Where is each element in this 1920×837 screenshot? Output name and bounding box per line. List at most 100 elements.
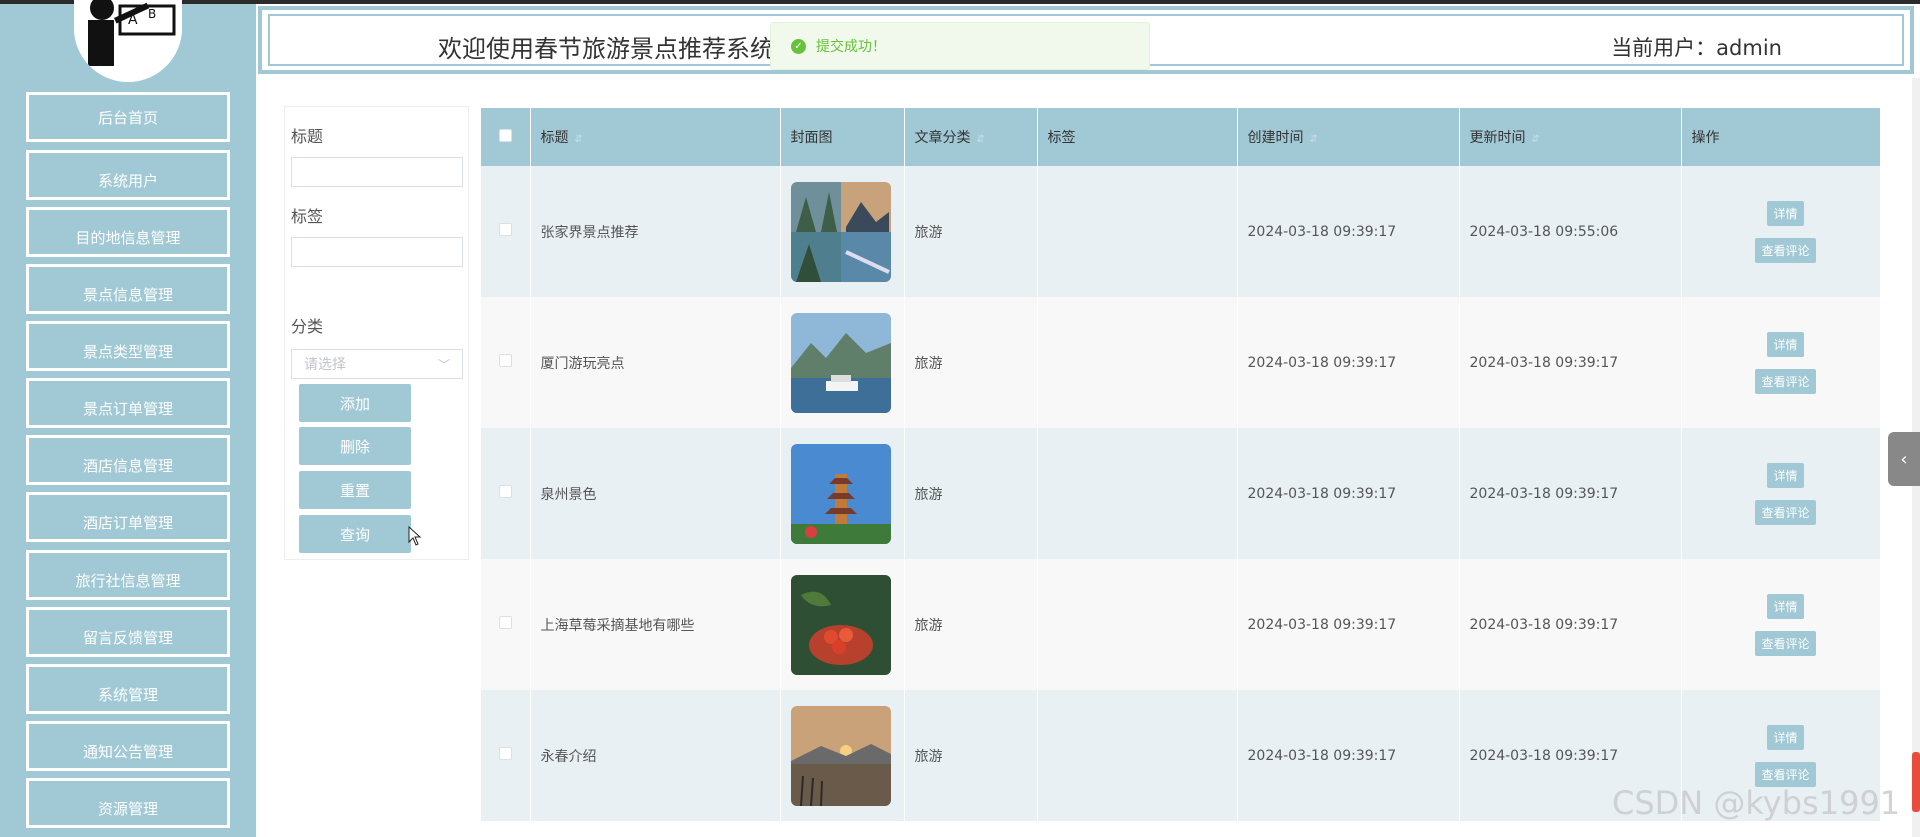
row-checkbox[interactable] (498, 747, 512, 760)
row-created: 2024-03-18 09:39:17 (1237, 297, 1460, 428)
sidebar-item-hotels[interactable]: 酒店信息管理 (26, 435, 230, 485)
view-comments-button[interactable]: 查看评论 (1755, 630, 1816, 656)
row-category: 旅游 (904, 690, 1038, 821)
svg-text:A: A (128, 12, 138, 28)
avatar: A B (74, 0, 182, 82)
chevron-down-icon: ﹀ (437, 358, 450, 372)
table-row: 上海草莓采摘基地有哪些 旅游 2024-03-18 09:39:17 2024-… (481, 559, 1880, 690)
table-row: 泉州景色 旅游 2024-03-18 09:39:17 2024-03-18 0… (481, 428, 1880, 559)
sidebar-item-home[interactable]: 后台首页 (26, 92, 230, 142)
row-checkbox[interactable] (498, 223, 512, 236)
sort-icon: ⇵ (1531, 134, 1540, 145)
scrollbar-thumb[interactable] (1912, 752, 1920, 812)
svg-text:B: B (148, 7, 156, 21)
sidebar-item-spot-types[interactable]: 景点类型管理 (26, 321, 230, 371)
watermark: CSDN @kybs1991 (1612, 784, 1901, 822)
select-all-checkbox[interactable] (498, 128, 512, 142)
row-cover (780, 690, 905, 821)
row-actions: 详情 查看评论 (1681, 428, 1880, 559)
detail-button[interactable]: 详情 (1767, 200, 1804, 226)
row-category: 旅游 (904, 297, 1038, 428)
detail-button[interactable]: 详情 (1767, 462, 1804, 488)
row-select-cell (481, 166, 531, 297)
sidebar-item-scenic-spots[interactable]: 景点信息管理 (26, 264, 230, 314)
sidebar-item-hotel-orders[interactable]: 酒店订单管理 (26, 492, 230, 542)
reset-button[interactable]: 重置 (299, 471, 411, 509)
category-filter-label: 分类 (291, 317, 324, 336)
row-tags (1037, 428, 1238, 559)
col-actions: 操作 (1681, 108, 1880, 166)
row-actions: 详情 查看评论 (1681, 297, 1880, 428)
row-select-cell (481, 690, 531, 821)
cover-image[interactable] (790, 443, 891, 544)
chevron-left-icon: ‹ (1900, 448, 1908, 470)
view-comments-button[interactable]: 查看评论 (1755, 761, 1816, 787)
view-comments-button[interactable]: 查看评论 (1755, 368, 1816, 394)
col-category[interactable]: 文章分类 ⇵ (904, 108, 1038, 166)
row-cover (780, 428, 905, 559)
row-category: 旅游 (904, 559, 1038, 690)
sidebar-item-system-users[interactable]: 系统用户 (26, 150, 230, 200)
row-actions: 详情 查看评论 (1681, 559, 1880, 690)
view-comments-button[interactable]: 查看评论 (1755, 237, 1816, 263)
row-checkbox[interactable] (498, 616, 512, 629)
row-tags (1037, 690, 1238, 821)
row-updated: 2024-03-18 09:39:17 (1459, 559, 1682, 690)
view-comments-button[interactable]: 查看评论 (1755, 499, 1816, 525)
filter-panel: 标题 标签 分类 请选择 ﹀ 添加 删除 重置 查询 (284, 106, 469, 560)
row-updated: 2024-03-18 09:55:06 (1459, 166, 1682, 297)
cover-image[interactable] (790, 312, 891, 413)
sort-icon: ⇵ (976, 134, 985, 145)
query-button[interactable]: 查询 (299, 515, 411, 553)
table-row: 张家界景点推荐 旅游 2024-03-18 09:39:17 2024-03-1… (481, 166, 1880, 297)
add-button[interactable]: 添加 (299, 384, 411, 422)
delete-button[interactable]: 删除 (299, 427, 411, 465)
row-tags (1037, 297, 1238, 428)
row-updated: 2024-03-18 09:39:17 (1459, 428, 1682, 559)
row-category: 旅游 (904, 166, 1038, 297)
row-created: 2024-03-18 09:39:17 (1237, 559, 1460, 690)
row-category: 旅游 (904, 428, 1038, 559)
row-checkbox[interactable] (498, 354, 512, 367)
sidebar: A B 后台首页 系统用户 目的地信息管理 景点信息管理 景点类型管理 景点订单… (0, 0, 256, 837)
sort-icon: ⇵ (574, 134, 583, 145)
detail-button[interactable]: 详情 (1767, 724, 1804, 750)
row-tags (1037, 559, 1238, 690)
sidebar-item-notices[interactable]: 通知公告管理 (26, 721, 230, 771)
row-checkbox[interactable] (498, 485, 512, 498)
row-title: 泉州景色 (530, 428, 781, 559)
row-actions: 详情 查看评论 (1681, 166, 1880, 297)
mouse-cursor-icon (408, 526, 422, 546)
detail-button[interactable]: 详情 (1767, 331, 1804, 357)
current-user: 当前用户：admin (1611, 36, 1782, 60)
sidebar-item-agencies[interactable]: 旅行社信息管理 (26, 550, 230, 600)
cover-image[interactable] (790, 705, 891, 806)
tag-filter-input[interactable] (291, 237, 463, 267)
sidebar-item-spot-orders[interactable]: 景点订单管理 (26, 378, 230, 428)
col-tags: 标签 (1037, 108, 1238, 166)
col-cover: 封面图 (780, 108, 905, 166)
collapse-panel-tab[interactable]: ‹ (1888, 432, 1920, 486)
category-select[interactable]: 请选择 ﹀ (291, 349, 463, 379)
col-created[interactable]: 创建时间 ⇵ (1237, 108, 1460, 166)
col-title[interactable]: 标题 ⇵ (530, 108, 781, 166)
row-title: 上海草莓采摘基地有哪些 (530, 559, 781, 690)
table-row: 厦门游玩亮点 旅游 2024-03-18 09:39:17 2024-03-18… (481, 297, 1880, 428)
cover-image[interactable] (790, 181, 891, 282)
row-created: 2024-03-18 09:39:17 (1237, 166, 1460, 297)
cover-image[interactable] (790, 574, 891, 675)
row-created: 2024-03-18 09:39:17 (1237, 428, 1460, 559)
sidebar-item-resources[interactable]: 资源管理 (26, 778, 230, 828)
sidebar-item-feedback[interactable]: 留言反馈管理 (26, 607, 230, 657)
top-edge (0, 0, 1920, 4)
detail-button[interactable]: 详情 (1767, 593, 1804, 619)
sidebar-item-system[interactable]: 系统管理 (26, 664, 230, 714)
table-header: 标题 ⇵ 封面图 文章分类 ⇵ 标签 创建时间 ⇵ 更新时间 ⇵ 操作 (481, 108, 1880, 166)
category-select-placeholder: 请选择 (304, 357, 346, 373)
select-all-cell (481, 108, 531, 166)
title-filter-input[interactable] (291, 157, 463, 187)
col-updated[interactable]: 更新时间 ⇵ (1459, 108, 1682, 166)
sidebar-item-destination[interactable]: 目的地信息管理 (26, 207, 230, 257)
tag-filter-label: 标签 (291, 207, 324, 226)
success-toast: ✓ 提交成功！ (770, 22, 1150, 70)
